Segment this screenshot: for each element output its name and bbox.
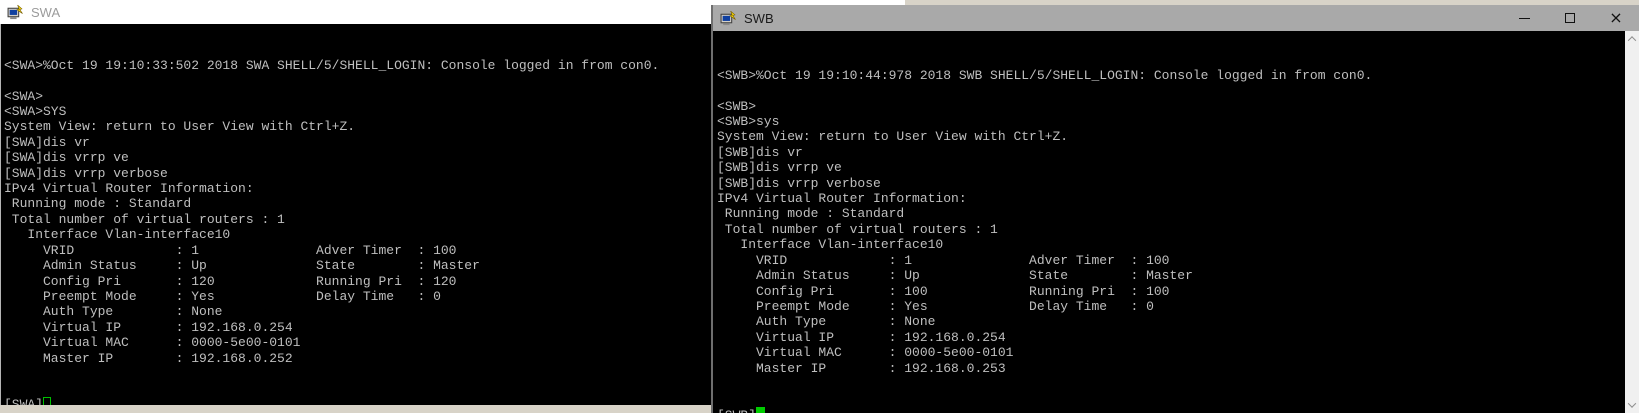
chevron-up-icon — [1627, 36, 1637, 45]
swb-window-title: SWB — [744, 10, 774, 26]
chevron-down-icon — [1627, 399, 1637, 408]
swb-prompt-line: [SWB] — [717, 406, 1625, 413]
minimize-button[interactable] — [1501, 5, 1547, 31]
swb-terminal-screen[interactable]: <SWB>%Oct 19 19:10:44:978 2018 SWB SHELL… — [713, 31, 1625, 413]
minimize-icon — [1518, 17, 1530, 19]
swa-prompt: [SWA] — [4, 396, 44, 405]
scroll-down-button[interactable] — [1625, 397, 1639, 413]
swb-terminal-output: <SWB>%Oct 19 19:10:44:978 2018 SWB SHELL… — [717, 67, 1373, 376]
swb-terminal-window: SWB × <SWB>%Oct 19 19:10:44:978 2018 SWB… — [711, 5, 1639, 413]
maximize-button[interactable] — [1547, 5, 1593, 31]
swb-text-cursor — [756, 406, 766, 413]
putty-icon[interactable] — [720, 10, 737, 27]
scrollbar[interactable] — [1625, 31, 1639, 413]
maximize-icon — [1565, 13, 1575, 23]
swa-window-title: SWA — [31, 4, 61, 20]
swa-text-cursor — [43, 396, 52, 405]
window-controls: × — [1501, 5, 1639, 31]
scroll-up-button[interactable] — [1625, 31, 1639, 47]
swb-prompt: [SWB] — [717, 408, 756, 413]
close-icon: × — [1609, 8, 1623, 27]
swb-titlebar[interactable]: SWB × — [713, 5, 1639, 31]
desktop: SWA <SWA>%Oct 19 19:10:33:502 2018 SWA S… — [0, 0, 1639, 413]
putty-icon[interactable] — [7, 4, 24, 21]
close-button[interactable]: × — [1593, 5, 1639, 31]
